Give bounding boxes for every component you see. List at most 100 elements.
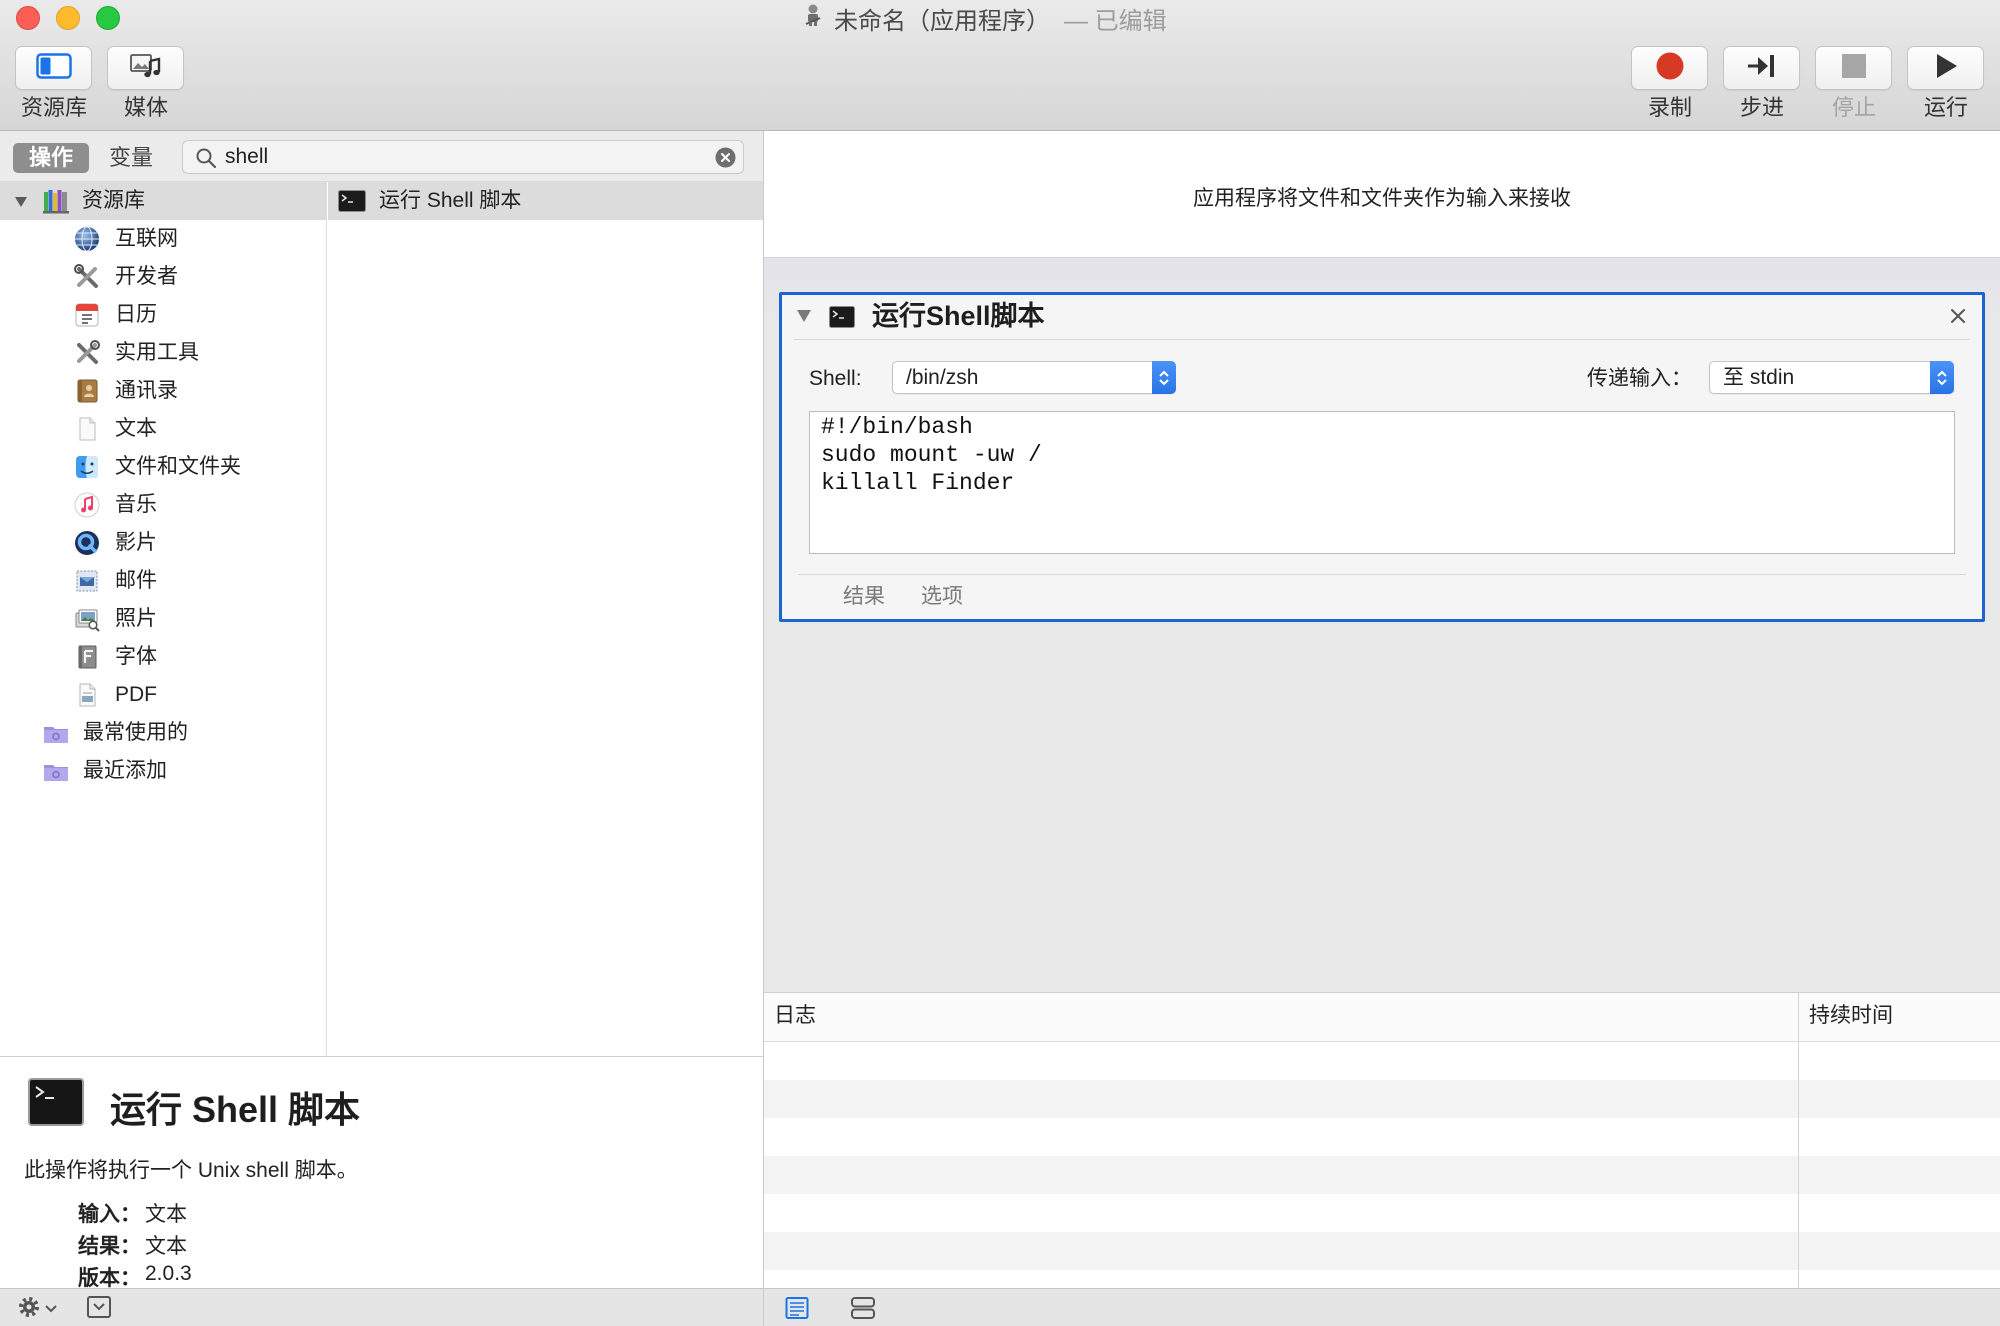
log-list-view-icon[interactable]: [785, 1296, 809, 1325]
sidebar-item-label: PDF: [115, 683, 157, 706]
collapse-triangle-icon[interactable]: [796, 309, 812, 328]
log-column-divider[interactable]: [1798, 993, 1799, 1289]
window-title: 未命名（应用程序） — 已编辑: [800, 1, 1167, 36]
sidebar-item-label: 最常使用的: [83, 721, 188, 744]
minimize-window-button[interactable]: [56, 6, 80, 30]
action-title: 运行Shell脚本: [872, 301, 1045, 331]
script-editor[interactable]: #!/bin/bash sudo mount -uw / killall Fin…: [809, 411, 1955, 554]
library-toggle-label: 资源库: [20, 95, 87, 120]
action-description-pane: 运行 Shell 脚本 此操作将执行一个 Unix shell 脚本。 输入： …: [0, 1056, 763, 1290]
automator-robot-icon: [800, 2, 826, 35]
pdf-icon: [73, 681, 101, 709]
sidebar-item-utilities[interactable]: 实用工具: [0, 334, 326, 372]
library-search-field[interactable]: [182, 140, 744, 174]
contacts-icon: [73, 377, 101, 405]
workflow-input-note: 应用程序将文件和文件夹作为输入来接收: [764, 131, 2000, 258]
library-bottom-bar: [0, 1288, 763, 1326]
sidebar-item-contacts[interactable]: 通讯录: [0, 372, 326, 410]
list-item[interactable]: 运行 Shell 脚本: [328, 182, 763, 220]
window-title-text: 未命名（应用程序）: [834, 7, 1050, 35]
tab-variables[interactable]: 变量: [96, 143, 166, 173]
toggle-description-icon[interactable]: [86, 1295, 112, 1324]
library-category-list[interactable]: 资源库 互联网 开发者 日历 实用工具 通讯录 文本 文件和文件夹 音乐 影片: [0, 182, 327, 1056]
sidebar-item-movies[interactable]: 影片: [0, 524, 326, 562]
photos-icon: [73, 605, 101, 633]
sidebar-item-most-used[interactable]: 最常使用的: [0, 714, 326, 752]
font-book-icon: [73, 643, 101, 671]
result-type-label: 结果：: [78, 1235, 141, 1258]
stop-icon: [1840, 52, 1868, 85]
sidebar-item-label: 邮件: [115, 569, 157, 592]
sidebar-item-music[interactable]: 音乐: [0, 486, 326, 524]
action-footer-divider: [798, 574, 1966, 575]
sidebar-item-label: 文本: [115, 417, 157, 440]
variables-view-icon[interactable]: [850, 1296, 876, 1325]
sidebar-item-photos[interactable]: 照片: [0, 600, 326, 638]
music-icon: [73, 491, 101, 519]
library-root-row[interactable]: 资源库: [0, 182, 326, 220]
sidebar-item-label: 文件和文件夹: [115, 455, 241, 478]
sidebar-item-label: 音乐: [115, 493, 157, 516]
shell-select[interactable]: /bin/zsh: [892, 361, 1176, 394]
action-results-list[interactable]: 运行 Shell 脚本: [328, 182, 763, 1056]
log-column-header[interactable]: 日志: [774, 1003, 816, 1029]
sidebar-item-recently-added[interactable]: 最近添加: [0, 752, 326, 790]
developer-tools-icon: [73, 263, 101, 291]
window-edited-status[interactable]: — 已编辑: [1064, 1, 1167, 36]
record-button[interactable]: [1631, 46, 1708, 90]
pass-input-select[interactable]: 至 stdin: [1709, 361, 1954, 394]
duration-column-header[interactable]: 持续时间: [1809, 1003, 1893, 1029]
step-label: 步进: [1739, 95, 1784, 120]
library-toggle-button[interactable]: [15, 46, 92, 90]
run-label: 运行: [1923, 95, 1968, 120]
log-bottom-bar: [764, 1288, 2000, 1326]
disclosure-triangle-icon[interactable]: [14, 195, 28, 207]
search-icon: [195, 147, 217, 174]
smart-folder-icon: [42, 757, 70, 785]
utilities-tools-icon: [73, 339, 101, 367]
sidebar-icon: [35, 52, 72, 84]
zoom-window-button[interactable]: [96, 6, 120, 30]
terminal-icon: [829, 306, 855, 328]
sidebar-item-text[interactable]: 文本: [0, 410, 326, 448]
run-icon: [1933, 52, 1959, 85]
chevron-down-icon[interactable]: [44, 1301, 58, 1319]
tab-actions[interactable]: 操作: [13, 143, 89, 173]
text-document-icon: [73, 415, 101, 443]
close-window-button[interactable]: [16, 6, 40, 30]
stop-button[interactable]: [1815, 46, 1892, 90]
log-panel: 日志 持续时间: [764, 992, 2000, 1289]
terminal-icon: [28, 1078, 84, 1126]
close-icon[interactable]: [1949, 307, 1967, 330]
sidebar-item-calendar[interactable]: 日历: [0, 296, 326, 334]
sidebar-item-files-folders[interactable]: 文件和文件夹: [0, 448, 326, 486]
sidebar-item-mail[interactable]: 邮件: [0, 562, 326, 600]
calendar-icon: [73, 301, 101, 329]
tab-results[interactable]: 结果: [843, 584, 885, 610]
script-line: killall Finder: [821, 470, 1015, 496]
search-input[interactable]: [225, 144, 695, 170]
step-button[interactable]: [1723, 46, 1800, 90]
log-table-body[interactable]: [764, 1042, 2000, 1289]
version-value: 2.0.3: [145, 1262, 192, 1285]
sidebar-item-label: 字体: [115, 645, 157, 668]
tab-options[interactable]: 选项: [921, 584, 963, 610]
record-icon: [1655, 51, 1685, 86]
record-label: 录制: [1647, 95, 1692, 120]
library-books-icon: [42, 187, 70, 215]
sidebar-item-fonts[interactable]: 字体: [0, 638, 326, 676]
sidebar-item-pdf[interactable]: PDF: [0, 676, 326, 714]
log-header: 日志 持续时间: [764, 993, 2000, 1042]
run-button[interactable]: [1907, 46, 1984, 90]
chevron-up-down-icon: [1930, 361, 1954, 394]
sidebar-item-developer[interactable]: 开发者: [0, 258, 326, 296]
sidebar-item-internet[interactable]: 互联网: [0, 220, 326, 258]
run-shell-script-action[interactable]: 运行Shell脚本 Shell: /bin/zsh 传递输入： 至 stdin …: [779, 292, 1985, 622]
step-icon: [1746, 52, 1778, 85]
clear-search-icon[interactable]: [715, 147, 736, 173]
media-button[interactable]: [107, 46, 184, 90]
mail-icon: [73, 567, 101, 595]
finder-icon: [73, 453, 101, 481]
stop-label: 停止: [1831, 95, 1876, 120]
gear-icon[interactable]: [17, 1295, 41, 1324]
